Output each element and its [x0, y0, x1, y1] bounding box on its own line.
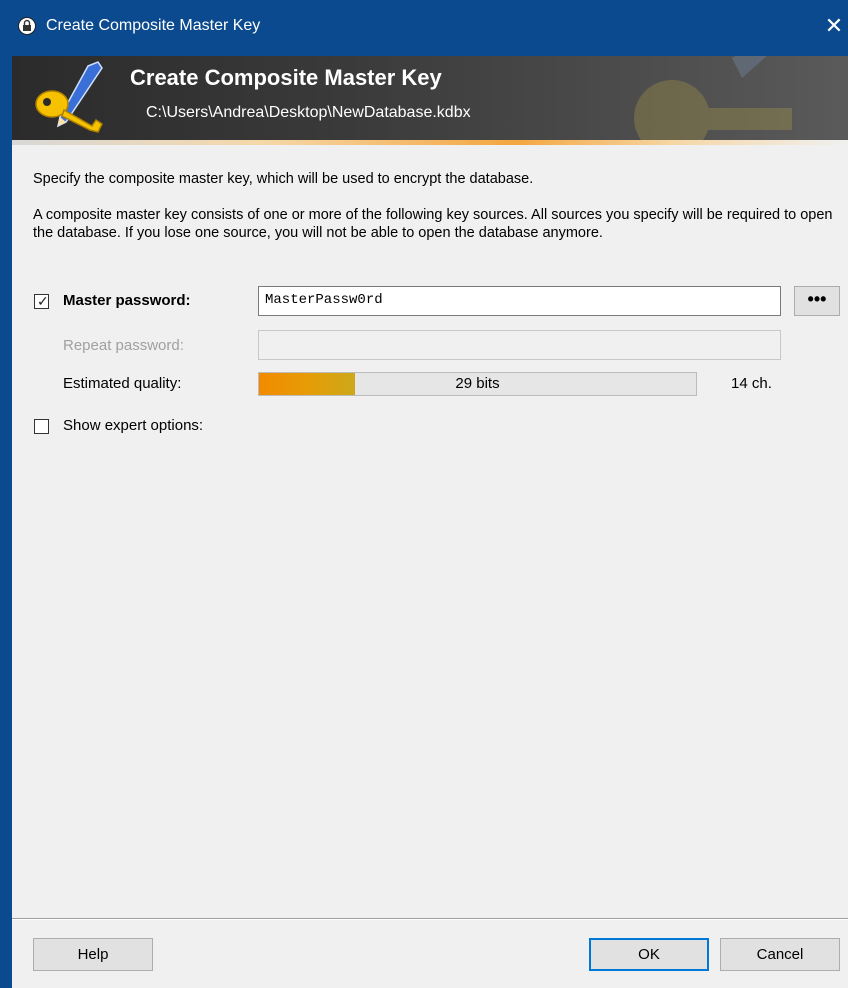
ok-button[interactable]: OK — [589, 938, 709, 971]
master-password-checkbox[interactable]: ✓ — [34, 293, 49, 309]
key-pencil-icon — [35, 61, 103, 133]
estimated-quality-label: Estimated quality: — [63, 375, 182, 392]
header-banner: Create Composite Master Key C:\Users\And… — [12, 56, 848, 140]
banner-underline — [12, 140, 848, 145]
title-bar: Create Composite Master Key ✕ — [12, 0, 848, 56]
watermark-key-icon — [634, 56, 792, 140]
intro-text: Specify the composite master key, which … — [33, 171, 534, 187]
character-count: 14 ch. — [731, 375, 772, 392]
database-path: C:\Users\Andrea\Desktop\NewDatabase.kdbx — [146, 104, 471, 121]
master-password-input[interactable]: MasterPassw0rd — [258, 286, 781, 316]
footer-separator-highlight — [12, 919, 848, 920]
banner-title: Create Composite Master Key — [130, 65, 442, 90]
quality-progress-bar: 29 bits — [258, 372, 697, 396]
repeat-password-input[interactable] — [258, 330, 781, 360]
dialog-window: Create Composite Master Key ✕ Create Com… — [12, 0, 848, 988]
checkmark-icon: ✓ — [37, 293, 49, 309]
reveal-password-button[interactable]: ••• — [794, 286, 840, 316]
lock-icon — [18, 17, 36, 35]
expert-options-checkbox[interactable] — [34, 419, 49, 434]
master-password-label: Master password: — [63, 292, 191, 309]
close-icon[interactable]: ✕ — [820, 12, 848, 40]
window-title: Create Composite Master Key — [46, 17, 261, 34]
cancel-button[interactable]: Cancel — [720, 938, 840, 971]
repeat-password-label: Repeat password: — [63, 337, 184, 354]
key-sources-description: A composite master key consists of one o… — [33, 207, 833, 241]
expert-options-label: Show expert options: — [63, 417, 204, 434]
help-button[interactable]: Help — [33, 938, 153, 971]
quality-bits: 29 bits — [455, 375, 500, 392]
